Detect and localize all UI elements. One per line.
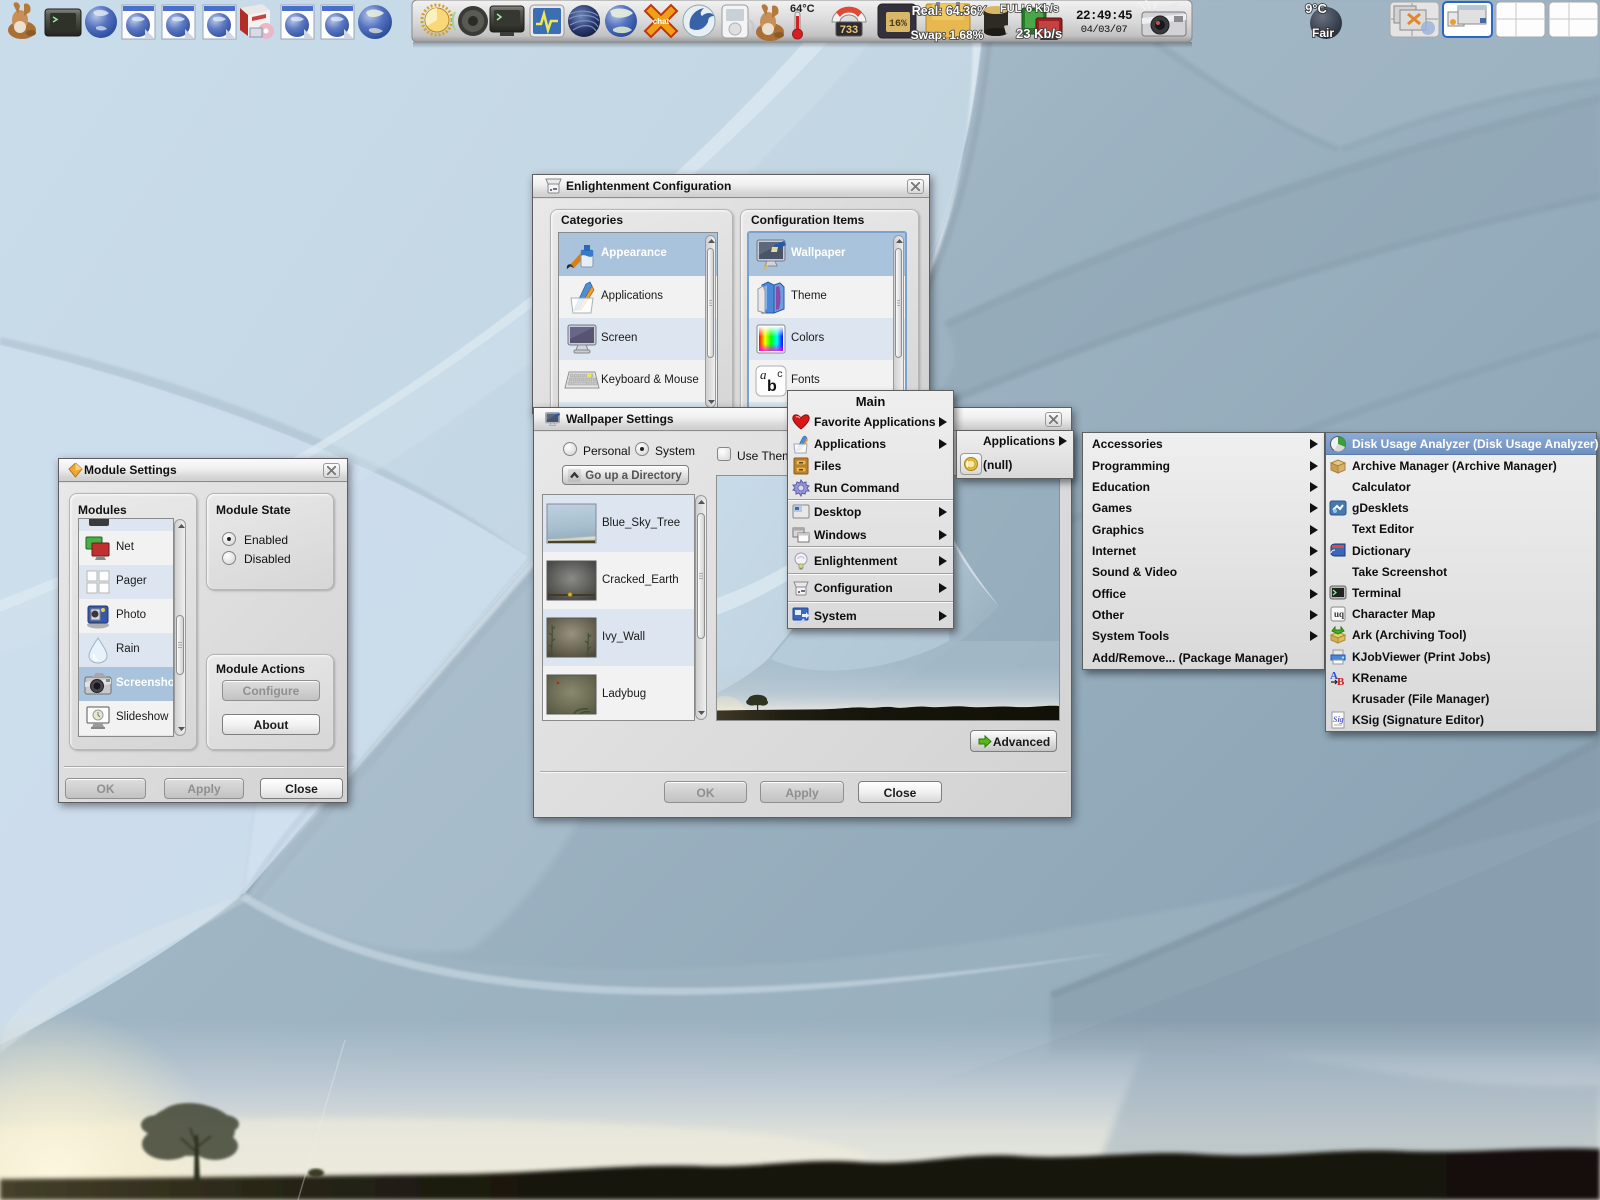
svg-text:04/03/07: 04/03/07 <box>1081 24 1128 36</box>
svg-text:64°C: 64°C <box>790 3 815 15</box>
svg-text:chat: chat <box>653 17 670 26</box>
svg-text:Swap: 1.68%: Swap: 1.68% <box>911 28 984 42</box>
svg-text:22:49:45: 22:49:45 <box>1076 9 1132 23</box>
svg-text:6 Kb/s: 6 Kb/s <box>1026 3 1059 15</box>
svg-text:733: 733 <box>840 24 858 36</box>
svg-text:b: b <box>767 378 777 395</box>
svg-text:16%: 16% <box>889 19 907 30</box>
svg-text:9°C: 9°C <box>1305 1 1327 16</box>
svg-text:a: a <box>760 367 767 382</box>
svg-text:23 Kb/s: 23 Kb/s <box>1016 26 1062 41</box>
svg-text:Real: 64.36%: Real: 64.36% <box>912 4 988 18</box>
svg-text:Sig: Sig <box>1333 715 1344 724</box>
svg-text:c: c <box>777 370 783 381</box>
svg-text:uq: uq <box>1334 609 1344 619</box>
svg-text:Fair: Fair <box>1312 26 1334 40</box>
svg-text:B: B <box>1337 676 1345 687</box>
